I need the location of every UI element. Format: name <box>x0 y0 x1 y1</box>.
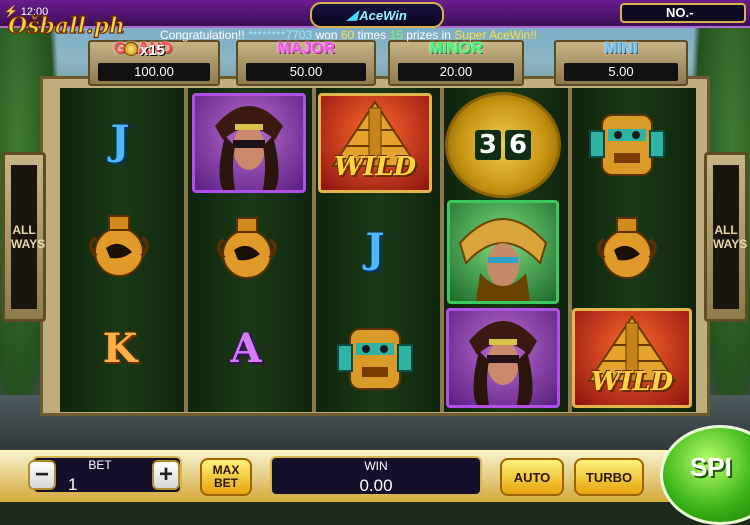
jackpot-mini: MINI 5.00 <box>554 40 688 86</box>
all-ways-right: ALL WAYS <box>704 152 748 322</box>
bet-value: 1 <box>68 475 78 494</box>
jackpot-minor: MINOR 20.00 <box>388 40 524 86</box>
ticker-game-name: Super AceWin!! <box>454 28 538 42</box>
symbol-letter-j: J <box>365 224 385 272</box>
ticker-prizes-value: 15 <box>389 28 403 42</box>
mask-icon <box>330 318 420 398</box>
ticker-prefix: Congratulation!! <box>160 28 245 42</box>
priestess-icon <box>446 308 560 408</box>
jackpot-grand-value: 100.00 <box>98 63 210 81</box>
symbol-letter-a: A <box>230 324 262 372</box>
bet-label: BET <box>88 458 112 472</box>
dolphin-icon: ◢ <box>347 7 358 22</box>
wild-pyramid-tile: WILD <box>572 308 692 408</box>
jackpot-major-value: 50.00 <box>246 63 366 81</box>
ticker-won: won <box>315 28 338 42</box>
number-label: NO.- <box>666 5 694 20</box>
ticker-prizes-in: prizes in <box>406 28 451 42</box>
winner-ticker: Congratulation!! ********7703 won 60 tim… <box>160 28 630 44</box>
ticker-times: times <box>357 28 387 42</box>
acewin-badge: ◢ AceWin <box>310 2 444 28</box>
bet-increase-button[interactable]: + <box>152 460 180 490</box>
jackpot-minor-value: 20.00 <box>398 63 514 81</box>
calendar-multiplier-icon: 3 6 <box>445 92 561 198</box>
wild-label: WILD <box>590 367 674 397</box>
win-value: 0.00 <box>359 476 393 495</box>
jackpot-major: MAJOR 50.00 <box>236 40 376 86</box>
priestess-icon <box>192 93 306 193</box>
symbol-letter-j: J <box>110 116 130 164</box>
wild-label: WILD <box>333 152 417 182</box>
all-ways-left: ALL WAYS <box>2 152 46 322</box>
brand-logo-image: Ošball.ph <box>7 12 125 39</box>
coin-icon <box>124 42 138 56</box>
brand-logo-text: Ošball.ph <box>8 13 125 39</box>
number-display: NO.- <box>620 3 746 23</box>
calendar-multiplier-right: 6 <box>505 130 532 160</box>
max-bet-line2: BET <box>214 476 238 490</box>
bet-decrease-button[interactable]: − <box>28 460 56 490</box>
mask-icon <box>582 104 672 184</box>
all-ways-right-line1: ALL <box>714 222 738 237</box>
win-label: WIN <box>364 459 388 473</box>
brand-logo: Ošball.ph <box>4 3 152 43</box>
all-ways-left-line1: ALL <box>12 222 36 237</box>
acewin-label: AceWin <box>359 7 407 23</box>
jackpot-multiplier: x15 <box>124 42 165 59</box>
calendar-multiplier-left: 3 <box>474 130 501 160</box>
wild-pyramid-tile: WILD <box>318 93 432 193</box>
symbol-letter-k: K <box>102 324 138 372</box>
ticker-times-value: 60 <box>340 28 355 42</box>
jar-icon <box>78 204 160 284</box>
jar-icon <box>206 206 288 286</box>
jaguar-warrior-icon <box>447 200 559 304</box>
auto-button[interactable]: AUTO <box>500 458 564 496</box>
spin-label: SPI <box>690 452 732 482</box>
max-bet-button[interactable]: MAX BET <box>200 458 252 496</box>
all-ways-left-line2: WAYS <box>11 236 46 251</box>
jar-icon <box>586 206 668 286</box>
jackpot-mini-value: 5.00 <box>564 63 678 81</box>
jackpot-multiplier-text: x15 <box>140 42 166 59</box>
ticker-masked-id: ********7703 <box>248 28 313 42</box>
all-ways-right-line2: WAYS <box>713 236 748 251</box>
turbo-button[interactable]: TURBO <box>574 458 644 496</box>
